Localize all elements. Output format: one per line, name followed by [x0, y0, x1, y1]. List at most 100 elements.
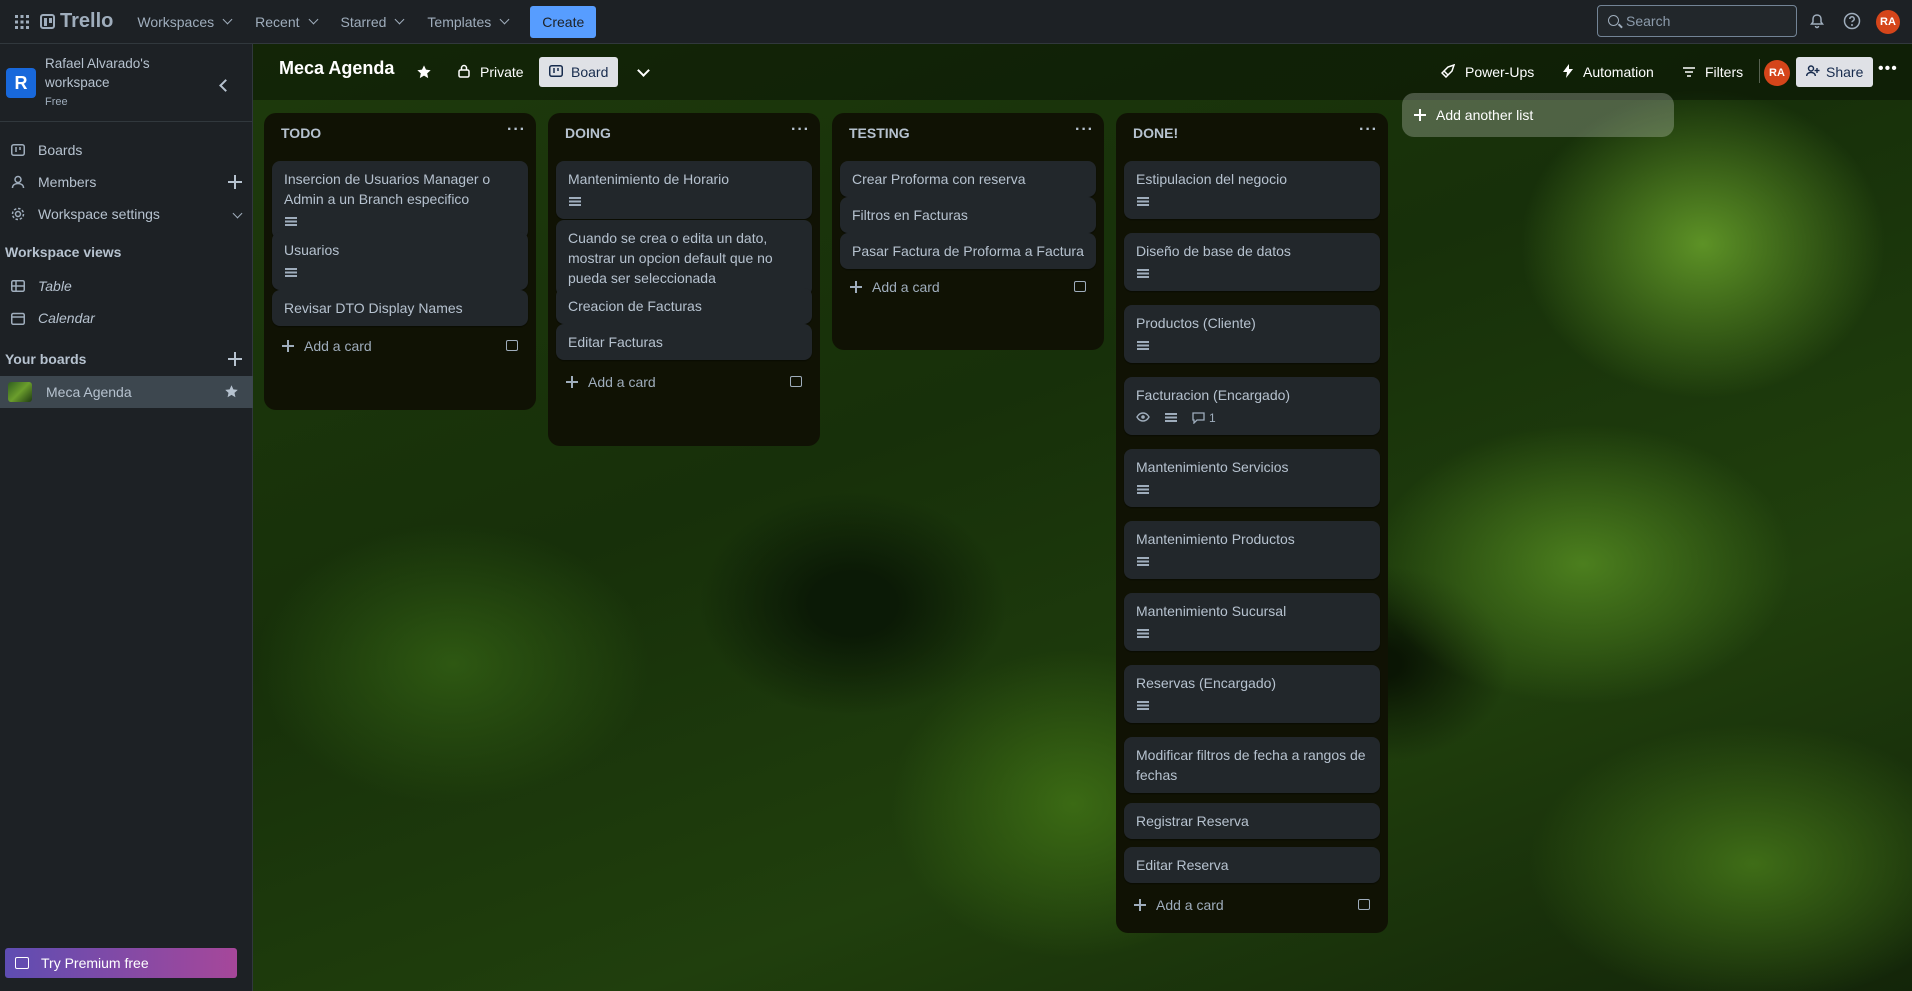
sidebar-item-calendar[interactable]: Calendar [0, 302, 253, 334]
add-card-button[interactable]: Add a card [840, 271, 1096, 303]
filters-label: Filters [1705, 64, 1744, 80]
board-title[interactable]: Meca Agenda [279, 58, 394, 79]
card[interactable]: Editar Facturas [556, 324, 812, 360]
automation-button[interactable]: Automation [1563, 56, 1654, 88]
card[interactable]: Modificar filtros de fecha a rangos de f… [1124, 737, 1380, 793]
card[interactable]: Registrar Reserva [1124, 803, 1380, 839]
card[interactable]: Mantenimiento Productos [1124, 521, 1380, 579]
power-ups-button[interactable]: Power-Ups [1440, 56, 1534, 88]
card-title: Creacion de Facturas [568, 298, 702, 314]
template-icon[interactable] [506, 340, 518, 351]
card[interactable]: Estipulacion del negocio [1124, 161, 1380, 219]
add-card-button[interactable]: Add a card [272, 330, 528, 362]
add-card-button[interactable]: Add a card [1124, 889, 1380, 921]
card[interactable]: Mantenimiento Servicios [1124, 449, 1380, 507]
card[interactable]: Insercion de Usuarios Manager o Admin a … [272, 161, 528, 239]
sidebar-board-label: Meca Agenda [46, 384, 132, 400]
list-menu-icon[interactable]: ··· [791, 122, 810, 138]
workspace-logo: R [6, 68, 36, 98]
list-header[interactable]: DONE! ··· [1116, 113, 1388, 153]
card[interactable]: Crear Proforma con reserva [840, 161, 1096, 197]
nav-recent[interactable]: Recent [243, 6, 328, 38]
add-list-button[interactable]: Add another list [1402, 93, 1674, 137]
description-icon [1136, 197, 1150, 207]
card[interactable]: Revisar DTO Display Names [272, 290, 528, 326]
sidebar-item-boards[interactable]: Boards [0, 134, 253, 166]
card[interactable]: Mantenimiento de Horario [556, 161, 812, 219]
card-title: Modificar filtros de fecha a rangos de f… [1136, 747, 1366, 783]
user-avatar[interactable]: RA [1876, 10, 1900, 34]
sidebar-item-label: Table [38, 278, 72, 294]
calendar-icon [10, 310, 26, 326]
trello-logo[interactable]: Trello [40, 10, 113, 33]
list-menu-icon[interactable]: ··· [507, 122, 526, 138]
card[interactable]: Creacion de Facturas [556, 288, 812, 324]
list-header[interactable]: TESTING ··· [832, 113, 1104, 153]
star-board-icon[interactable] [416, 64, 432, 83]
bell-icon[interactable] [1806, 10, 1828, 32]
visibility-label: Private [480, 64, 524, 80]
lock-icon [458, 64, 470, 81]
share-button[interactable]: Share [1796, 57, 1874, 87]
plus-icon [1414, 109, 1426, 121]
app-switcher-icon[interactable] [8, 8, 36, 36]
sidebar-item-table[interactable]: Table [0, 270, 253, 302]
nav-starred[interactable]: Starred [329, 6, 416, 38]
card[interactable]: Mantenimiento Sucursal [1124, 593, 1380, 651]
card-title: Editar Facturas [568, 334, 663, 350]
collapse-sidebar-icon[interactable] [212, 74, 234, 96]
card[interactable]: Reservas (Encargado) [1124, 665, 1380, 723]
add-member-icon[interactable] [228, 175, 242, 189]
search-input[interactable]: Search [1597, 5, 1797, 37]
template-icon[interactable] [1358, 899, 1370, 910]
board-menu-icon[interactable]: ••• [1878, 61, 1898, 77]
lightning-icon [1563, 63, 1573, 81]
workspace-name[interactable]: Rafael Alvarado's workspace [45, 54, 205, 92]
help-icon[interactable] [1841, 10, 1863, 32]
description-icon [1136, 629, 1150, 639]
card[interactable]: Productos (Cliente) [1124, 305, 1380, 363]
try-premium-button[interactable]: Try Premium free [5, 948, 237, 978]
plus-icon [850, 281, 862, 293]
card[interactable]: Diseño de base de datos [1124, 233, 1380, 291]
board-member-avatar[interactable]: RA [1764, 60, 1790, 86]
chevron-down-icon [222, 14, 233, 25]
list-testing: TESTING ··· Crear Proforma con reserva F… [832, 113, 1104, 350]
add-card-button[interactable]: Add a card [556, 366, 812, 398]
star-icon[interactable] [224, 384, 239, 402]
add-board-icon[interactable] [228, 352, 242, 366]
list-title: DONE! [1133, 125, 1179, 141]
filters-button[interactable]: Filters [1683, 56, 1743, 88]
description-icon [1136, 269, 1150, 279]
list-menu-icon[interactable]: ··· [1359, 122, 1378, 138]
card[interactable]: Facturacion (Encargado) 1 [1124, 377, 1380, 435]
card[interactable]: Cuando se crea o edita un dato, mostrar … [556, 220, 812, 296]
card[interactable]: Filtros en Facturas [840, 197, 1096, 233]
nav-templates-label: Templates [427, 13, 492, 30]
chevron-down-icon[interactable] [637, 64, 650, 77]
premium-label: Try Premium free [41, 955, 149, 971]
sidebar-board-meca-agenda[interactable]: Meca Agenda [0, 376, 253, 408]
description-icon [284, 217, 298, 227]
card[interactable]: Pasar Factura de Proforma a Factura [840, 233, 1096, 269]
create-button[interactable]: Create [530, 5, 597, 38]
workspace-header: R Rafael Alvarado's workspace Free [0, 44, 253, 122]
nav-workspaces[interactable]: Workspaces [125, 6, 243, 38]
sidebar-item-members[interactable]: Members [0, 166, 253, 198]
list-header[interactable]: DOING ··· [548, 113, 820, 153]
board-icon [549, 64, 563, 80]
your-boards-heading: Your boards [5, 351, 87, 367]
sidebar-item-workspace-settings[interactable]: Workspace settings [0, 198, 253, 230]
card-title: Productos (Cliente) [1136, 315, 1256, 331]
card[interactable]: Editar Reserva [1124, 847, 1380, 883]
list-menu-icon[interactable]: ··· [1075, 122, 1094, 138]
card[interactable]: Usuarios [272, 232, 528, 290]
card-title: Estipulacion del negocio [1136, 171, 1287, 187]
visibility-button[interactable]: Private [458, 56, 524, 88]
template-icon[interactable] [790, 376, 802, 387]
list-header[interactable]: TODO ··· [264, 113, 536, 153]
board-view-button[interactable]: Board [539, 57, 619, 87]
nav-templates[interactable]: Templates [415, 6, 520, 38]
card-title: Pasar Factura de Proforma a Factura [852, 243, 1084, 259]
template-icon[interactable] [1074, 281, 1086, 292]
